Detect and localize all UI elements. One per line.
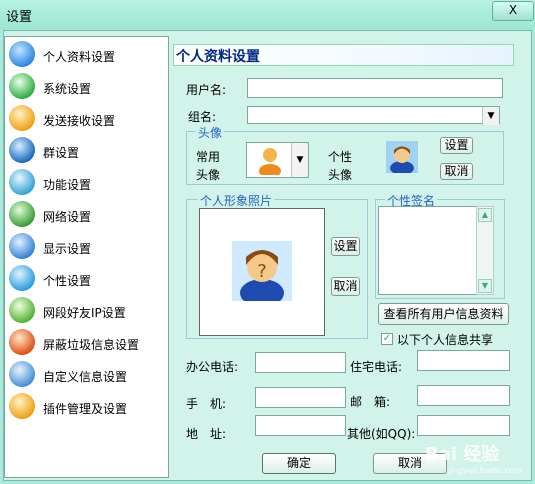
sidebar-item-send-receive[interactable]: 发送接收设置 bbox=[5, 103, 168, 135]
personal-avatar-image bbox=[386, 141, 418, 175]
sidebar-item-custom-info[interactable]: 自定义信息设置 bbox=[5, 359, 168, 391]
home-phone-label: 住宅电话: bbox=[350, 360, 403, 374]
chevron-down-icon[interactable]: ▼ bbox=[482, 107, 499, 125]
person-globe-icon bbox=[9, 41, 35, 67]
custom-info-icon bbox=[9, 361, 35, 387]
sidebar: 个人资料设置 系统设置 发送接收设置 群设置 功能设置 网络设置 显示设置 个性… bbox=[4, 36, 169, 478]
chevron-down-icon[interactable]: ▼ bbox=[291, 143, 308, 177]
personal-avatar-label-2: 头像 bbox=[328, 168, 353, 182]
sidebar-item-block-spam[interactable]: 屏蔽垃圾信息设置 bbox=[5, 327, 168, 359]
sidebar-item-label: 功能设置 bbox=[43, 178, 92, 192]
view-all-users-button[interactable]: 查看所有用户信息资料 bbox=[378, 303, 509, 325]
function-icon bbox=[9, 169, 35, 195]
send-receive-icon bbox=[9, 105, 35, 131]
signature-scrollbar[interactable]: ▲ ▼ bbox=[476, 206, 494, 295]
title-bar: 设置 X bbox=[0, 0, 535, 30]
sidebar-item-label: 群设置 bbox=[43, 146, 80, 160]
sidebar-item-network[interactable]: 网络设置 bbox=[5, 199, 168, 231]
sidebar-item-ip-segment[interactable]: 网段好友IP设置 bbox=[5, 295, 168, 327]
sidebar-item-display[interactable]: 显示设置 bbox=[5, 231, 168, 263]
address-label: 地 址: bbox=[186, 427, 227, 441]
watermark-text: Bai 经验 bbox=[425, 444, 500, 465]
address-input[interactable] bbox=[255, 415, 346, 436]
sidebar-item-label: 发送接收设置 bbox=[43, 114, 116, 128]
network-icon bbox=[9, 201, 35, 227]
office-phone-input[interactable] bbox=[255, 352, 346, 373]
personal-avatar-label-1: 个性 bbox=[328, 150, 353, 164]
avatar-group-title: 头像 bbox=[196, 124, 225, 141]
other-input[interactable] bbox=[417, 415, 510, 436]
email-input[interactable] bbox=[417, 385, 510, 406]
ok-button[interactable]: 确定 bbox=[262, 453, 336, 474]
globe-group-icon bbox=[9, 137, 35, 163]
sidebar-item-personality[interactable]: 个性设置 bbox=[5, 263, 168, 295]
section-header: 个人资料设置 bbox=[173, 44, 514, 66]
section-title: 个人资料设置 bbox=[176, 49, 260, 65]
email-label: 邮 箱: bbox=[350, 395, 391, 409]
username-input[interactable] bbox=[247, 78, 503, 98]
group-select[interactable]: ▼ bbox=[247, 106, 500, 125]
mobile-label: 手 机: bbox=[186, 397, 227, 411]
avatar-cancel-button[interactable]: 取消 bbox=[440, 163, 473, 180]
sidebar-item-label: 屏蔽垃圾信息设置 bbox=[43, 338, 140, 352]
sidebar-item-label: 插件管理及设置 bbox=[43, 402, 128, 416]
office-phone-label: 办公电话: bbox=[186, 360, 239, 374]
scroll-down-icon[interactable]: ▼ bbox=[478, 279, 492, 293]
sidebar-item-group[interactable]: 群设置 bbox=[5, 135, 168, 167]
photo-group-title: 个人形象照片 bbox=[198, 192, 275, 209]
sidebar-item-personal-info[interactable]: 个人资料设置 bbox=[5, 39, 168, 71]
sidebar-item-label: 网络设置 bbox=[43, 210, 92, 224]
share-checkbox-label: 以下个人信息共享 bbox=[397, 333, 494, 347]
sidebar-item-label: 显示设置 bbox=[43, 242, 92, 256]
sidebar-item-label: 个性设置 bbox=[43, 274, 92, 288]
avatar-person-icon bbox=[259, 148, 281, 175]
display-icon bbox=[9, 233, 35, 259]
common-avatar-select[interactable]: ▼ bbox=[246, 142, 309, 178]
common-avatar-label-2: 头像 bbox=[196, 168, 221, 182]
personality-icon bbox=[9, 265, 35, 291]
scroll-up-icon[interactable]: ▲ bbox=[478, 208, 492, 222]
avatar-boy-icon bbox=[386, 141, 418, 175]
unknown-user-icon: ? bbox=[232, 241, 292, 301]
group-label: 组名: bbox=[188, 110, 217, 124]
window-title: 设置 bbox=[6, 10, 33, 25]
block-spam-icon bbox=[9, 329, 35, 355]
svg-text:?: ? bbox=[257, 261, 267, 282]
photo-cancel-button[interactable]: 取消 bbox=[331, 277, 360, 296]
ip-segment-icon bbox=[9, 297, 35, 323]
mobile-input[interactable] bbox=[255, 387, 346, 408]
sidebar-item-plugins[interactable]: 插件管理及设置 bbox=[5, 391, 168, 423]
sidebar-item-label: 系统设置 bbox=[43, 82, 92, 96]
photo-frame: ? bbox=[199, 208, 325, 336]
sidebar-item-label: 个人资料设置 bbox=[43, 50, 116, 64]
close-button[interactable]: X bbox=[492, 1, 534, 21]
sidebar-item-label: 自定义信息设置 bbox=[43, 370, 128, 384]
watermark-sub: jingyan.baidu.com bbox=[448, 466, 522, 475]
avatar-set-button[interactable]: 设置 bbox=[440, 137, 473, 154]
system-gear-icon bbox=[9, 73, 35, 99]
share-checkbox[interactable]: ✓ bbox=[381, 333, 393, 345]
photo-set-button[interactable]: 设置 bbox=[331, 237, 360, 256]
sidebar-item-system[interactable]: 系统设置 bbox=[5, 71, 168, 103]
other-label: 其他(如QQ): bbox=[347, 427, 416, 441]
username-label: 用户名: bbox=[186, 83, 227, 97]
sidebar-item-label: 网段好友IP设置 bbox=[43, 306, 126, 320]
sidebar-item-function[interactable]: 功能设置 bbox=[5, 167, 168, 199]
home-phone-input[interactable] bbox=[417, 350, 510, 371]
plugin-icon bbox=[9, 393, 35, 419]
common-avatar-label-1: 常用 bbox=[196, 150, 221, 164]
